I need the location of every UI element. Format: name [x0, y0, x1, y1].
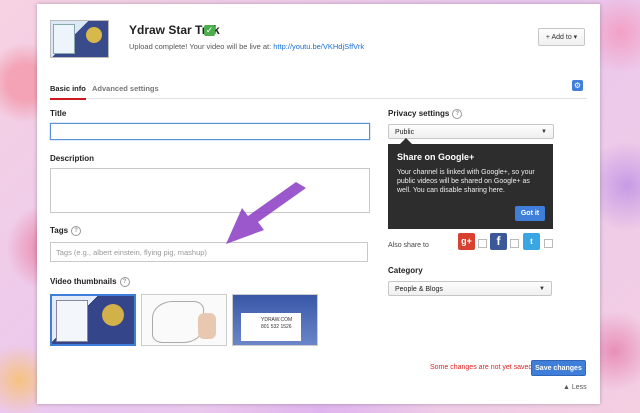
tags-placeholder: Tags (e.g., albert einstein, flying pig,…: [56, 248, 207, 257]
thumbnail-option-2[interactable]: [141, 294, 227, 346]
description-label: Description: [50, 154, 95, 163]
google-plus-icon[interactable]: g+: [458, 233, 475, 250]
category-select[interactable]: People & Blogs ▼: [388, 281, 552, 296]
video-thumbnail-preview[interactable]: [50, 20, 109, 58]
google-plus-share-tooltip: Share on Google+ Your channel is linked …: [388, 138, 553, 229]
help-icon[interactable]: ?: [71, 226, 82, 236]
thumbnails-label-row: Video thumbnails?: [50, 277, 130, 287]
privacy-label-row: Privacy settings?: [388, 109, 463, 119]
chevron-down-icon: ▼: [541, 129, 547, 135]
tags-input[interactable]: Tags (e.g., albert einstein, flying pig,…: [50, 242, 368, 262]
chevron-down-icon: ▼: [539, 286, 545, 292]
upload-status: Upload complete! Your video will be live…: [129, 42, 364, 51]
save-changes-button[interactable]: Save changes: [531, 360, 586, 376]
thumbnail-card-text: YDRAW.COM 801 532 1526: [261, 317, 293, 330]
google-plus-checkbox[interactable]: [478, 239, 487, 248]
thumbnail-moon: [86, 27, 102, 43]
tags-label-row: Tags?: [50, 226, 82, 236]
add-to-label: Add to: [551, 34, 572, 41]
description-textarea[interactable]: [50, 168, 370, 213]
settings-icon[interactable]: ⚙: [572, 80, 583, 91]
upload-status-text: Upload complete! Your video will be live…: [129, 42, 272, 51]
thumbnail-option-3[interactable]: YDRAW.COM 801 532 1526: [232, 294, 318, 346]
thumbnail-option-1[interactable]: [50, 294, 136, 346]
tab-basic-info[interactable]: Basic info: [50, 84, 86, 100]
category-label: Category: [388, 266, 423, 275]
unsaved-warning: Some changes are not yet saved.: [430, 364, 535, 371]
less-link[interactable]: ▲ Less: [563, 384, 587, 391]
arrow-shape: [226, 182, 306, 244]
tab-advanced-settings[interactable]: Advanced settings: [92, 84, 159, 93]
title-input[interactable]: [50, 123, 370, 140]
privacy-value: Public: [395, 129, 415, 136]
also-share-label: Also share to: [388, 242, 429, 249]
twitter-icon[interactable]: t: [523, 233, 540, 250]
twitter-checkbox[interactable]: [544, 239, 553, 248]
video-edit-panel: Ydraw Star Trek ✓ Upload complete! Your …: [37, 4, 600, 404]
thumbnail-business-card: YDRAW.COM 801 532 1526: [241, 313, 301, 341]
tooltip-title: Share on Google+: [397, 152, 475, 162]
privacy-label: Privacy settings: [388, 109, 450, 119]
got-it-button[interactable]: Got it: [515, 206, 545, 221]
tags-label: Tags: [50, 226, 69, 236]
add-to-button[interactable]: + Add to ▾: [538, 28, 585, 46]
facebook-checkbox[interactable]: [510, 239, 519, 248]
video-url-link[interactable]: http://youtu.be/VKHdjSffVrk: [273, 42, 364, 51]
help-icon[interactable]: ?: [119, 277, 130, 287]
less-label: Less: [571, 384, 587, 391]
thumbnail-note: [56, 300, 88, 342]
thumbnail-sketch: [152, 301, 204, 343]
chevron-down-icon: ▾: [573, 34, 578, 41]
tab-bar: Basic info Advanced settings: [50, 80, 587, 100]
thumbnails-label: Video thumbnails: [50, 277, 117, 287]
thumbnail-moon: [102, 304, 124, 326]
facebook-icon[interactable]: f: [490, 233, 507, 250]
privacy-select[interactable]: Public ▼: [388, 124, 554, 139]
check-icon: ✓: [204, 25, 215, 36]
help-icon[interactable]: ?: [452, 109, 463, 119]
triangle-up-icon: ▲: [563, 384, 570, 391]
title-label: Title: [50, 109, 67, 118]
plus-icon: +: [545, 34, 550, 41]
thumbnail-hand: [198, 313, 216, 339]
category-value: People & Blogs: [395, 286, 443, 293]
purple-arrow-annotation: [226, 182, 306, 244]
thumbnail-note: [53, 24, 75, 54]
tooltip-body: Your channel is linked with Google+, so …: [397, 169, 535, 194]
